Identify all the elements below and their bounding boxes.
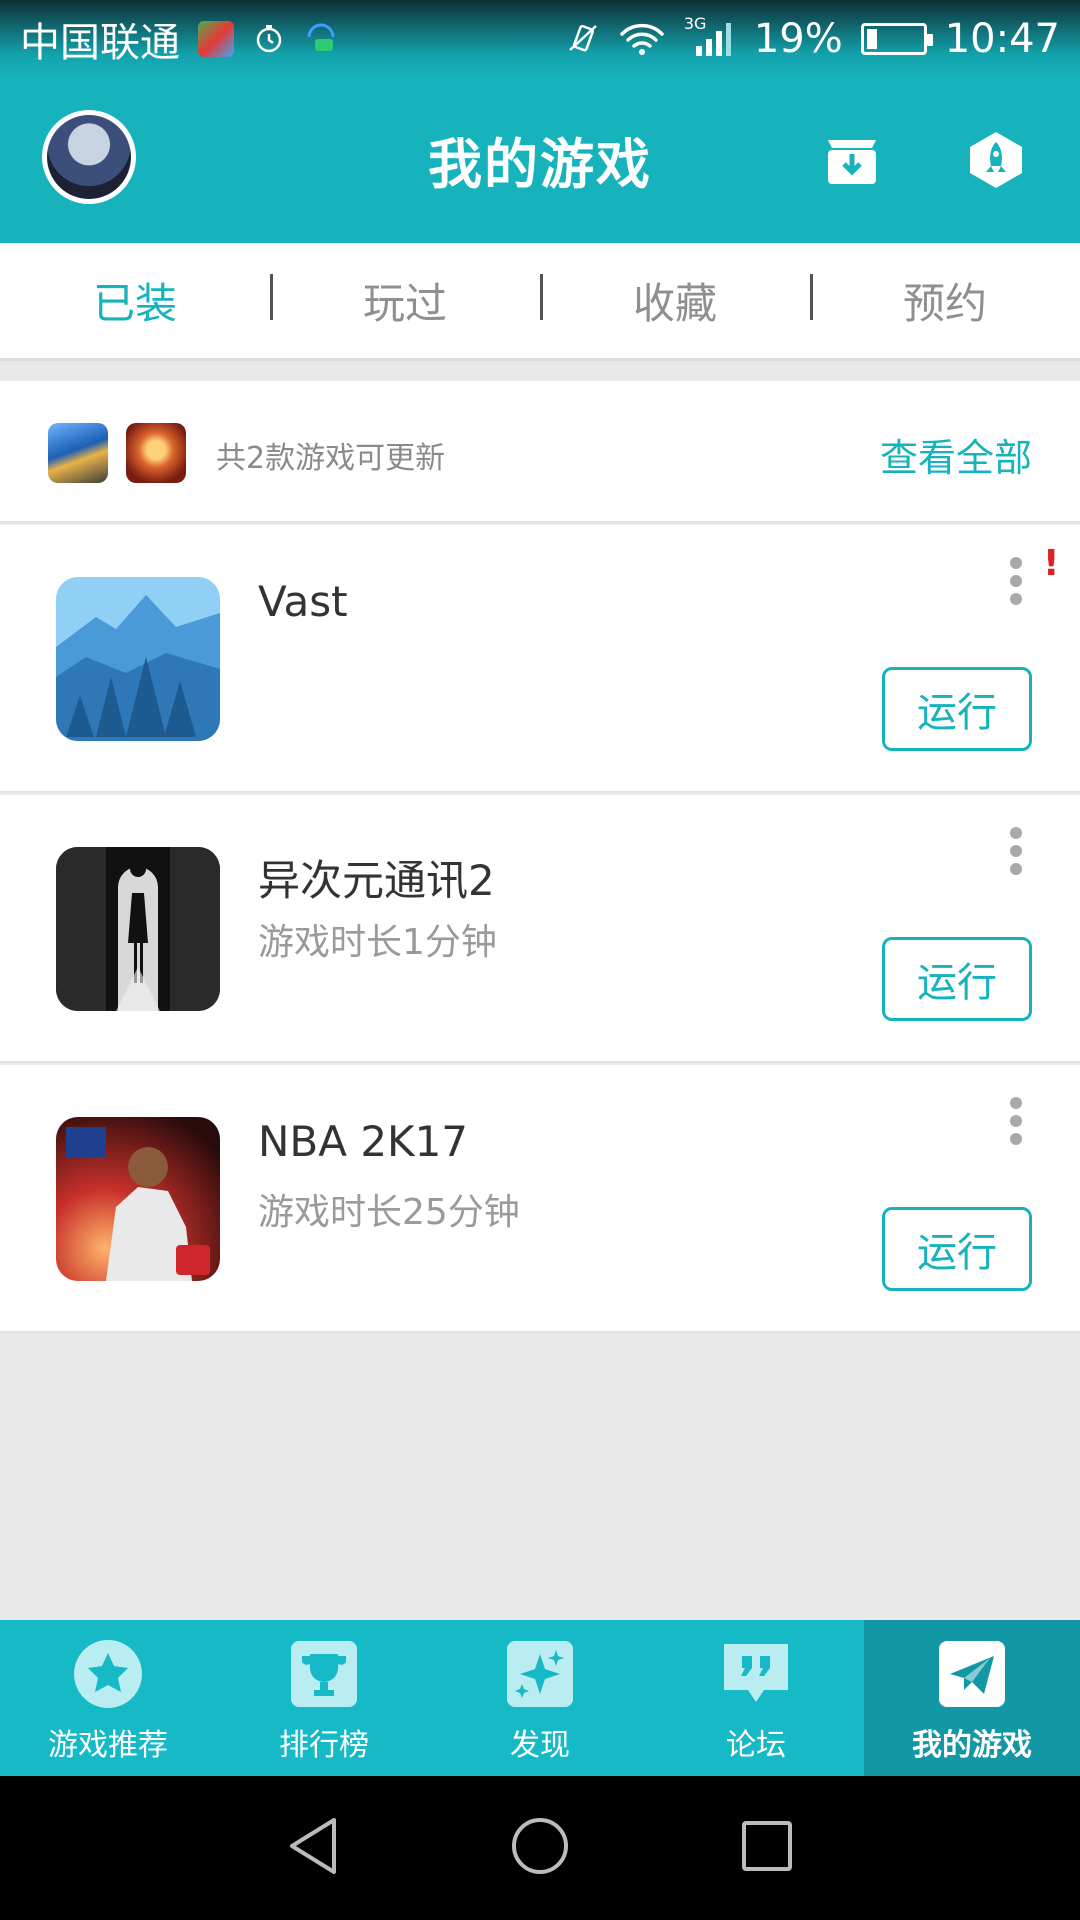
battery-percent: 19% (753, 16, 843, 62)
run-button[interactable]: 运行 (882, 667, 1032, 751)
playtime-label: 游戏时长25分钟 (258, 1192, 520, 1233)
game-icon-vast (56, 577, 220, 741)
back-icon[interactable] (286, 1816, 340, 1880)
game-row-vast[interactable]: Vast ! 运行 (0, 525, 1080, 793)
nav-leaderboard[interactable]: 排行榜 (216, 1620, 432, 1776)
filter-tabs: 已装 玩过 收藏 预约 (0, 243, 1080, 361)
run-button[interactable]: 运行 (882, 1207, 1032, 1291)
view-all-link[interactable]: 查看全部 (880, 427, 1032, 482)
bottom-navigation: 游戏推荐 排行榜 发现 论坛 我的游戏 (0, 1620, 1080, 1776)
game-name: NBA 2K17 (258, 1117, 469, 1166)
recents-icon[interactable] (740, 1819, 794, 1877)
update-banner[interactable]: 共2款游戏可更新 查看全部 (0, 381, 1080, 523)
alarm-icon (252, 22, 286, 56)
nav-game-recommend[interactable]: 游戏推荐 (0, 1620, 216, 1776)
update-game-icon (126, 423, 186, 483)
vibrate-icon (566, 22, 600, 56)
run-button[interactable]: 运行 (882, 937, 1032, 1021)
carrier-label: 中国联通 (20, 20, 180, 66)
game-icon-dimension-comm (56, 847, 220, 1011)
game-name: Vast (258, 577, 348, 626)
nav-discover[interactable]: 发现 (432, 1620, 648, 1776)
download-manager-icon[interactable] (822, 130, 882, 190)
trophy-icon (288, 1640, 360, 1708)
alert-badge: ! (1043, 543, 1060, 584)
nav-my-games[interactable]: 我的游戏 (864, 1620, 1080, 1776)
page-title: 我的游戏 (428, 133, 652, 196)
game-name: 异次元通讯2 (258, 856, 495, 905)
quote-bubble-icon (720, 1640, 792, 1708)
playtime-label: 游戏时长1分钟 (258, 922, 497, 963)
message-notification-icon (304, 22, 338, 56)
update-game-icon (48, 423, 108, 483)
more-options-icon[interactable] (1008, 827, 1024, 875)
more-options-icon[interactable] (1008, 1097, 1024, 1145)
system-navigation-bar (0, 1776, 1080, 1920)
tab-installed[interactable]: 已装 (0, 270, 270, 331)
tab-reservations[interactable]: 预约 (810, 270, 1080, 331)
network-type-label: 3G (683, 14, 707, 33)
home-icon[interactable] (510, 1816, 570, 1880)
more-options-icon[interactable] (1008, 557, 1024, 605)
nav-label: 游戏推荐 (48, 1728, 168, 1763)
paper-plane-icon (936, 1640, 1008, 1708)
update-count-text: 共2款游戏可更新 (216, 441, 446, 476)
tab-favorites[interactable]: 收藏 (540, 270, 810, 331)
status-bar: 中国联通 3G 19% 10:47 (0, 0, 1080, 78)
rocket-boost-icon[interactable] (966, 130, 1026, 190)
clock: 10:47 (944, 16, 1060, 62)
nav-label: 论坛 (726, 1728, 786, 1763)
game-row-nba2k17[interactable]: NBA 2K17 游戏时长25分钟 运行 (0, 1065, 1080, 1333)
game-row-dimension-comm[interactable]: 异次元通讯2 游戏时长1分钟 运行 (0, 795, 1080, 1063)
maps-notification-icon (198, 21, 234, 57)
sparkle-icon (504, 1640, 576, 1708)
nav-label: 发现 (510, 1728, 570, 1763)
app-header: 我的游戏 (0, 78, 1080, 243)
nav-label: 排行榜 (279, 1728, 369, 1763)
signal-icon: 3G (684, 14, 736, 56)
star-icon (72, 1640, 144, 1708)
nav-label: 我的游戏 (912, 1728, 1032, 1763)
nav-forum[interactable]: 论坛 (648, 1620, 864, 1776)
wifi-icon (618, 22, 666, 56)
game-icon-nba2k17 (56, 1117, 220, 1281)
battery-icon (860, 23, 933, 55)
tab-played[interactable]: 玩过 (270, 270, 540, 331)
